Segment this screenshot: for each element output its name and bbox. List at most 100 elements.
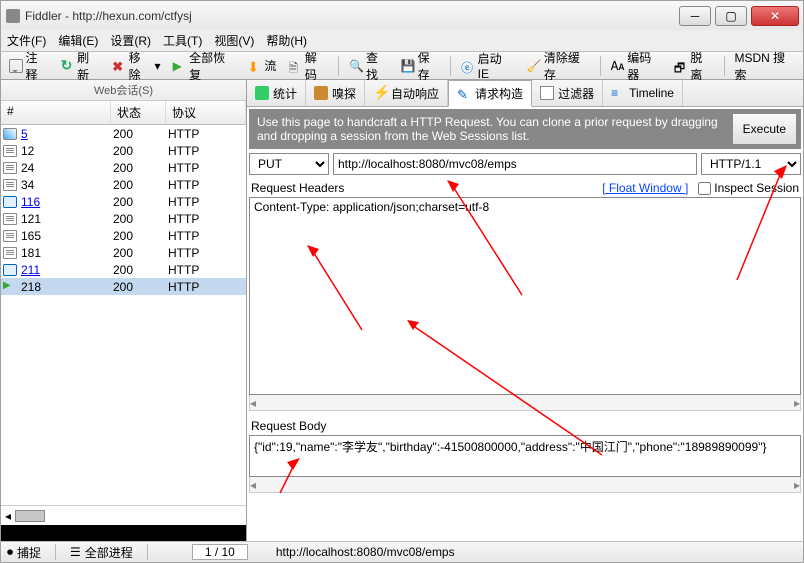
request-headers-textarea[interactable]: Content-Type: application/json;charset=u… <box>249 197 801 395</box>
execute-label: Execute <box>743 122 786 136</box>
session-row[interactable]: 121200HTTP <box>1 210 246 227</box>
quickexec-bar[interactable] <box>1 525 246 541</box>
comment-button[interactable]: 注释 <box>5 47 53 85</box>
separator <box>600 56 601 76</box>
decode-button[interactable]: 🗎解码 <box>284 47 332 85</box>
session-row[interactable]: 24200HTTP <box>1 159 246 176</box>
session-status: 200 <box>113 195 168 209</box>
stats-icon <box>255 86 269 100</box>
session-proto: HTTP <box>168 161 244 175</box>
session-status: 200 <box>113 144 168 158</box>
stream-icon: ⬇ <box>247 59 261 73</box>
composer-hint: Use this page to handcraft a HTTP Reques… <box>249 109 728 149</box>
session-num: 211 <box>19 263 113 277</box>
session-status: 200 <box>113 280 168 294</box>
session-proto: HTTP <box>168 246 244 260</box>
headers-scroll[interactable]: ◂▸ <box>249 395 801 411</box>
text-icon <box>3 179 17 191</box>
float-window-link[interactable]: [ Float Window ] <box>602 181 688 195</box>
sessions-list[interactable]: 5200HTTP12200HTTP24200HTTP34200HTTP11620… <box>1 125 246 505</box>
tab-statistics-label: 统计 <box>273 85 297 102</box>
session-row[interactable]: 165200HTTP <box>1 227 246 244</box>
session-row[interactable]: 5200HTTP <box>1 125 246 142</box>
search-icon: 🔍 <box>349 59 363 73</box>
protocol-select[interactable]: HTTP/1.1 <box>701 153 801 175</box>
col-proto[interactable]: 协议 <box>166 101 246 124</box>
sessions-scroll[interactable]: ◂ <box>1 505 246 525</box>
session-row[interactable]: 34200HTTP <box>1 176 246 193</box>
toolbar: 注释 ↻刷新 ✖移除▾ ▶全部恢复 ⬇流 🗎解码 🔍查找 💾保存 ⓔ启动 IE … <box>0 52 804 80</box>
request-body-label: Request Body <box>251 419 326 433</box>
session-num: 5 <box>19 127 113 141</box>
capture-toggle[interactable]: ⏺ 捕捉 <box>7 544 41 561</box>
maximize-button[interactable]: ▢ <box>715 6 747 26</box>
session-row[interactable]: ▶218200HTTP <box>1 278 246 295</box>
session-row[interactable]: 12200HTTP <box>1 142 246 159</box>
inspect-session-checkbox[interactable]: Inspect Session <box>698 181 799 195</box>
session-status: 200 <box>113 212 168 226</box>
tab-inspectors[interactable]: 嗅探 <box>306 80 365 106</box>
clear-cache-button[interactable]: 🧹清除缓存 <box>523 47 594 85</box>
execute-button[interactable]: Execute <box>732 113 797 145</box>
session-proto: HTTP <box>168 280 244 294</box>
tab-autoresponder[interactable]: ⚡自动响应 <box>365 80 448 106</box>
resume-button[interactable]: ▶全部恢复 <box>169 47 240 85</box>
msdn-label: MSDN 搜索 <box>734 49 795 83</box>
col-num[interactable]: # <box>1 101 111 124</box>
compose-icon: ✎ <box>457 87 471 101</box>
stream-button[interactable]: ⬇流 <box>243 55 280 76</box>
session-row[interactable]: 211200HTTP <box>1 261 246 278</box>
session-num: 116 <box>19 195 113 209</box>
session-status: 200 <box>113 229 168 243</box>
inspect-icon <box>314 86 328 100</box>
tab-composer[interactable]: ✎请求构造 <box>448 80 532 107</box>
auto-icon: ⚡ <box>373 86 387 100</box>
session-proto: HTTP <box>168 144 244 158</box>
url-input[interactable] <box>333 153 697 175</box>
session-status: 200 <box>113 178 168 192</box>
session-num: 24 <box>19 161 113 175</box>
close-button[interactable]: ✕ <box>751 6 799 26</box>
session-num: 165 <box>19 229 113 243</box>
remove-button[interactable]: ✖移除▾ <box>108 47 164 85</box>
process-filter[interactable]: ☰全部进程 <box>70 544 133 561</box>
tearoff-button[interactable]: 🗗脱离 <box>670 47 718 85</box>
session-row[interactable]: 181200HTTP <box>1 244 246 261</box>
separator <box>55 544 56 560</box>
method-select[interactable]: PUT <box>249 153 329 175</box>
request-body-textarea[interactable]: {"id":19,"name":"李学友","birthday":-415008… <box>249 435 801 477</box>
app-icon <box>5 8 21 24</box>
minimize-button[interactable]: ─ <box>679 6 711 26</box>
text-wizard-label: 编码器 <box>627 49 662 83</box>
save-button[interactable]: 💾保存 <box>397 47 445 85</box>
session-count: 1 / 10 <box>192 544 248 560</box>
ie-icon: ⓔ <box>461 59 475 73</box>
capture-icon: ⏺ <box>7 545 13 560</box>
status-bar: ⏺捕捉 ☰全部进程 1 / 10 http://localhost:8080/m… <box>0 541 804 563</box>
launch-ie-label: 启动 IE <box>478 50 515 81</box>
inspect-session-input[interactable] <box>698 182 711 195</box>
col-status[interactable]: 状态 <box>111 101 166 124</box>
launch-ie-button[interactable]: ⓔ启动 IE <box>457 48 519 83</box>
save-label: 保存 <box>418 49 441 83</box>
tab-filters[interactable]: 过滤器 <box>532 80 603 106</box>
play-icon: ▶ <box>3 281 17 293</box>
decode-icon: 🗎 <box>288 59 301 73</box>
tab-statistics[interactable]: 统计 <box>247 80 306 106</box>
sessions-title: Web会话(S) <box>1 80 246 101</box>
separator <box>338 56 339 76</box>
replay-label: 刷新 <box>77 49 100 83</box>
clear-icon: 🧹 <box>527 59 541 73</box>
comment-icon <box>9 59 23 73</box>
remove-label: 移除 <box>129 49 152 83</box>
replay-button[interactable]: ↻刷新 <box>57 47 105 85</box>
capture-label: 捕捉 <box>17 544 41 561</box>
filter-icon <box>540 86 554 100</box>
text-wizard-button[interactable]: 🗛编码器 <box>607 47 666 85</box>
find-button[interactable]: 🔍查找 <box>345 47 393 85</box>
body-scroll[interactable]: ◂▸ <box>249 477 801 493</box>
tab-timeline[interactable]: ≡Timeline <box>603 80 683 106</box>
request-headers-label: Request Headers <box>251 181 344 195</box>
session-row[interactable]: 116200HTTP <box>1 193 246 210</box>
msdn-search[interactable]: MSDN 搜索 <box>730 47 799 85</box>
